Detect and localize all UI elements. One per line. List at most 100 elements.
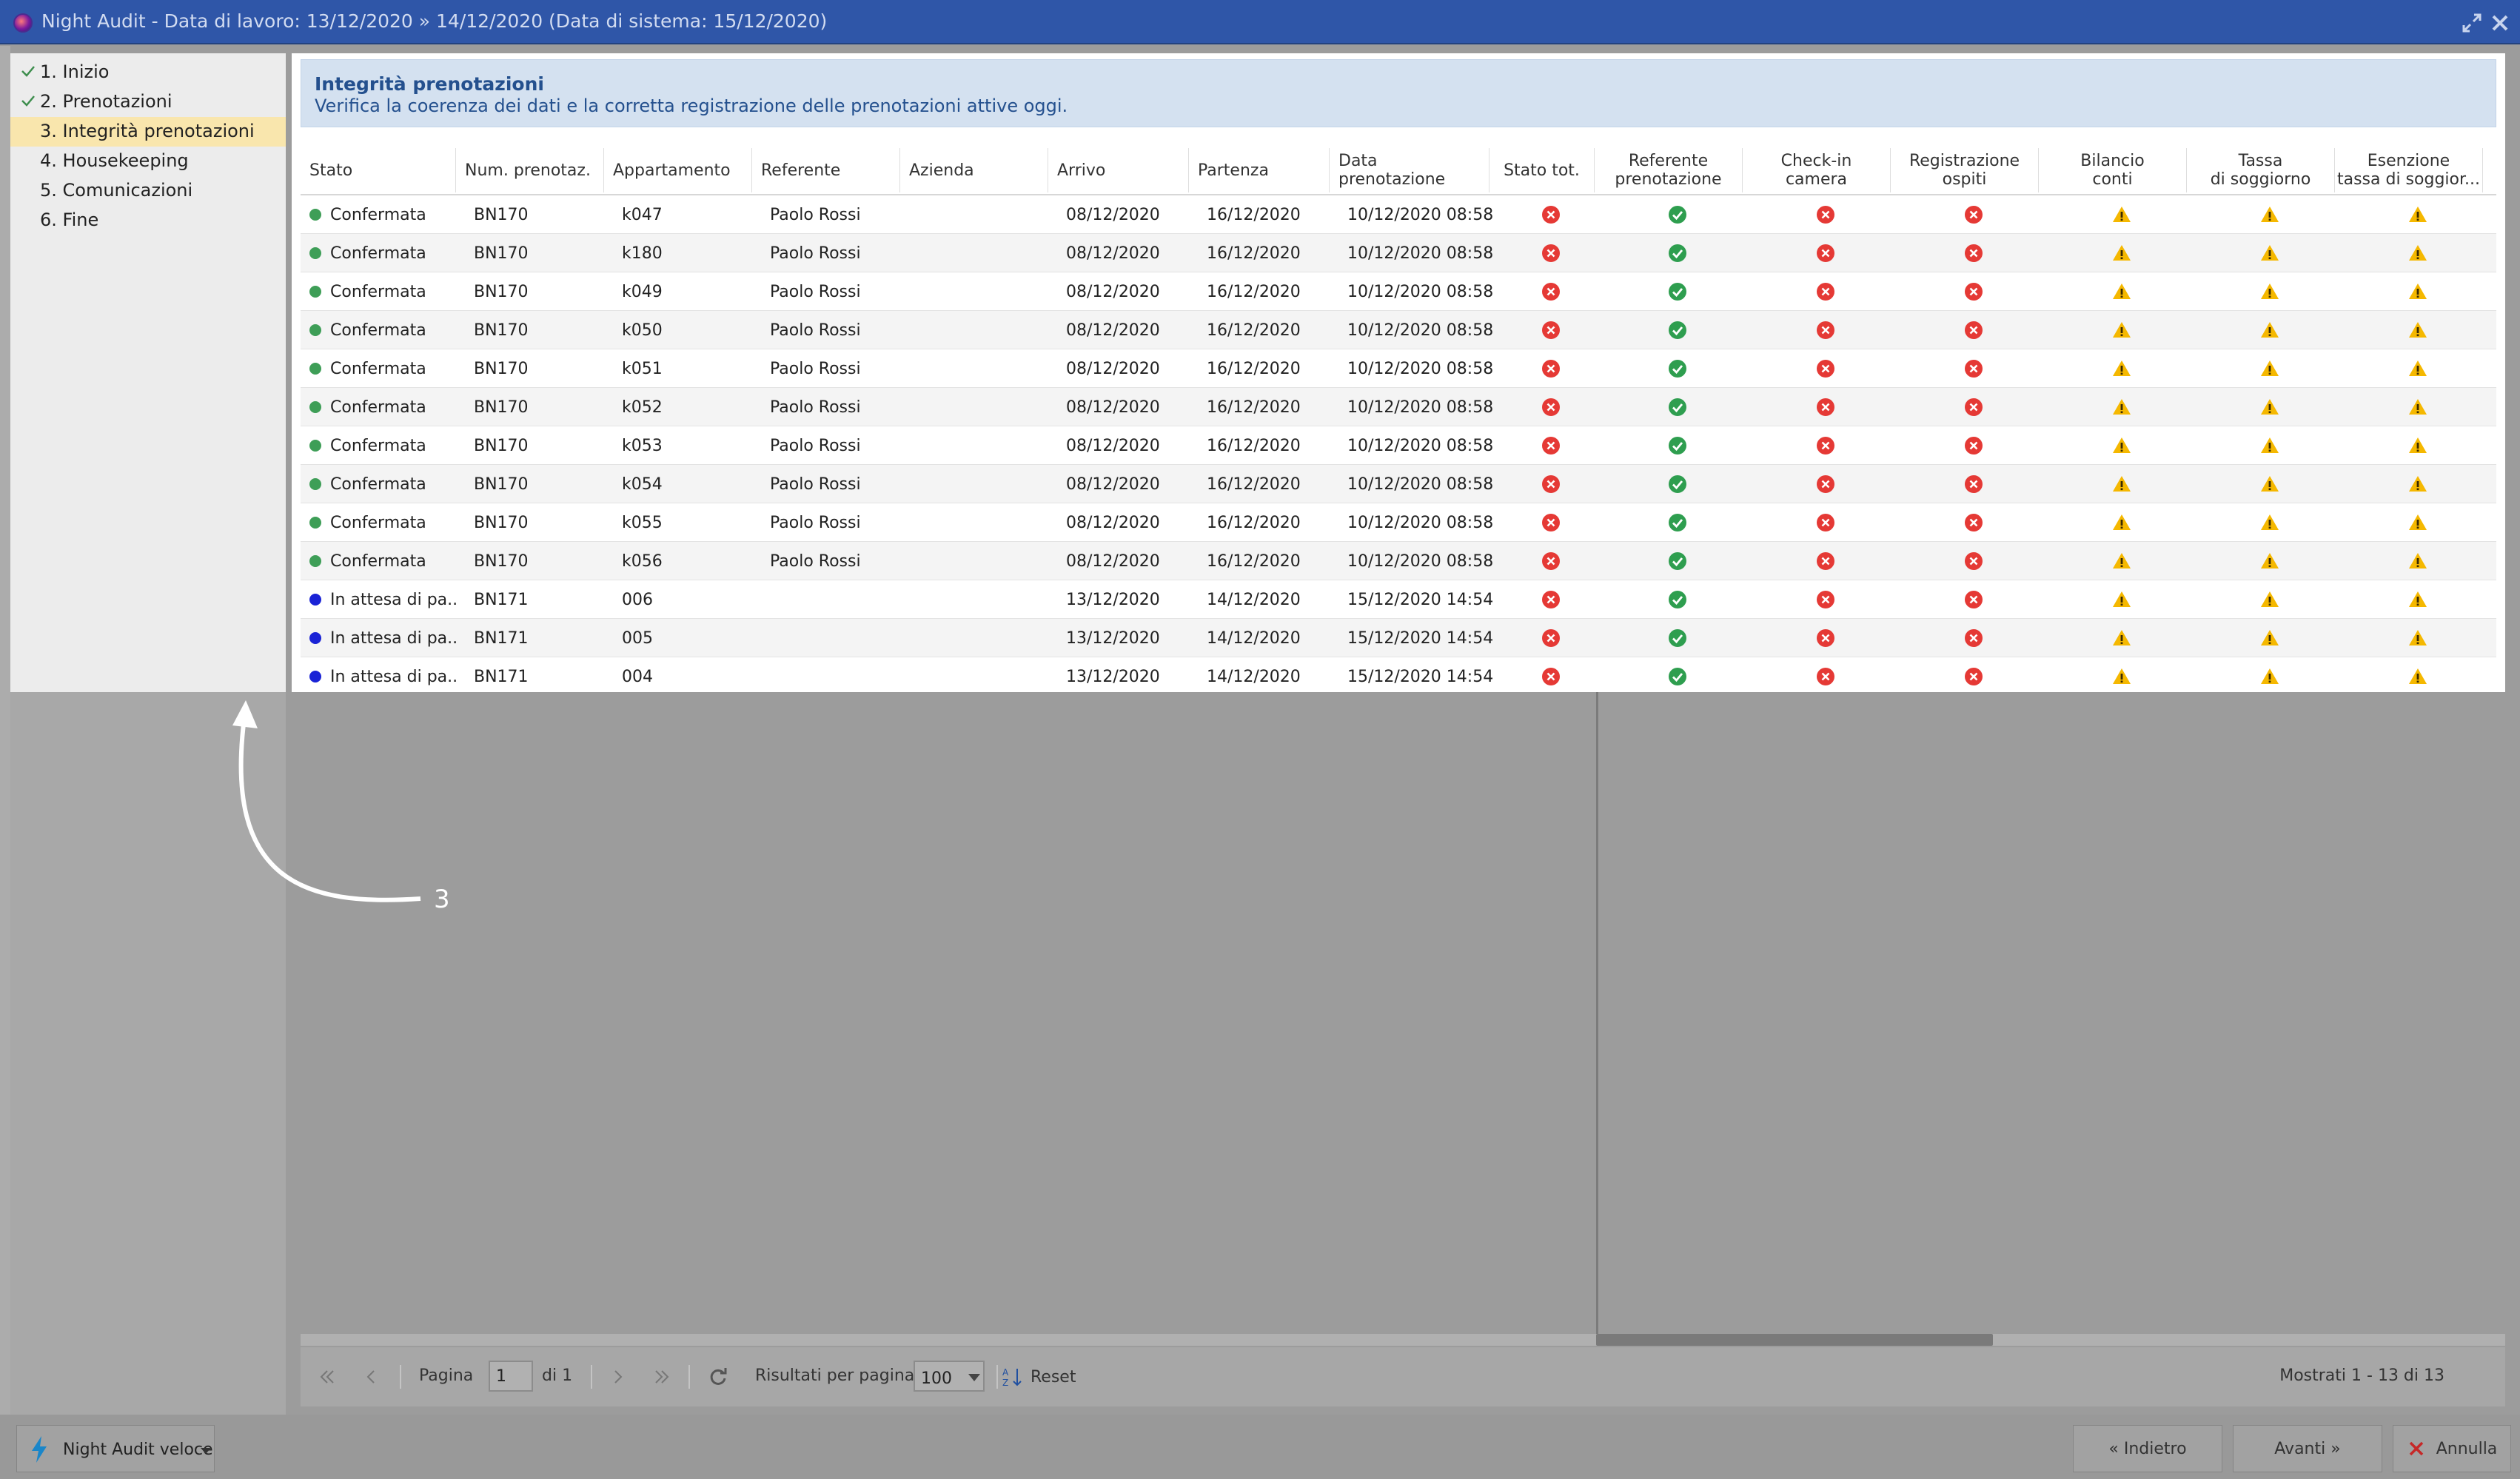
col-header-azienda[interactable]: Azienda	[900, 148, 1048, 192]
warning-icon	[2196, 542, 2344, 580]
error-circle-icon	[1900, 465, 2048, 503]
col-header-arrivo[interactable]: Arrivo	[1048, 148, 1189, 192]
horizontal-scrollbar[interactable]	[301, 1334, 2505, 1346]
quick-audit-label: Night Audit veloce	[63, 1441, 213, 1459]
cell-data-prenotazione: 15/12/2020 14:54	[1347, 667, 1492, 686]
warning-icon	[2048, 349, 2196, 388]
table-row[interactable]: Confermata BN170 k053 Paolo Rossi 08/12/2020…	[301, 426, 2496, 465]
cell-appartamento: k055	[622, 513, 663, 532]
cell-stato: Confermata	[309, 234, 456, 272]
table-row[interactable]: Confermata BN170 k052 Paolo Rossi 08/12/2020…	[301, 388, 2496, 426]
check-circle-icon	[1604, 619, 1752, 657]
col-header-referente-prenotazione[interactable]: Referente prenotazione	[1595, 148, 1743, 192]
back-button[interactable]: « Indietro	[2073, 1425, 2222, 1472]
cell-azienda	[918, 234, 1051, 272]
table-row[interactable]: In attesa di pa... BN171 005 13/12/2020 14/1…	[301, 619, 2496, 657]
status-label: Confermata	[330, 282, 426, 301]
col-header-bilancio-conti[interactable]: Bilancio conti	[2039, 148, 2187, 192]
col-header-appartamento[interactable]: Appartamento	[604, 148, 752, 192]
error-circle-icon	[1900, 503, 2048, 542]
callout-arrow	[232, 700, 421, 902]
table-row[interactable]: Confermata BN170 k051 Paolo Rossi 08/12/2020…	[301, 349, 2496, 388]
refresh-button[interactable]	[702, 1361, 734, 1393]
night-audit-veloce-button[interactable]: Night Audit veloce	[16, 1425, 215, 1472]
cell-stato: Confermata	[309, 503, 456, 542]
step-fine[interactable]: 6. Fine	[10, 206, 286, 235]
status-dot-icon	[309, 247, 321, 259]
check-icon	[21, 66, 35, 77]
status-label: Confermata	[330, 359, 426, 378]
step-prenotazioni[interactable]: 2. Prenotazioni	[10, 87, 286, 117]
cell-partenza: 16/12/2020	[1207, 513, 1301, 532]
close-icon[interactable]	[2487, 10, 2513, 36]
last-page-button[interactable]	[646, 1361, 678, 1393]
table-row[interactable]: Confermata BN170 k049 Paolo Rossi 08/12/2020…	[301, 272, 2496, 311]
status-dot-icon	[309, 209, 321, 221]
step-integrita-prenotazioni[interactable]: 3. Integrità prenotazioni	[10, 117, 286, 147]
window-titlebar: Night Audit - Data di lavoro: 13/12/2020…	[0, 0, 2520, 44]
cell-num-prenotazione: BN171	[474, 590, 529, 609]
warning-icon	[2048, 542, 2196, 580]
col-header-checkin-camera[interactable]: Check-in camera	[1743, 148, 1891, 192]
check-icon	[21, 95, 35, 107]
col-header-stato-tot[interactable]: Stato tot.	[1489, 148, 1595, 192]
first-page-button[interactable]	[311, 1361, 344, 1393]
cell-referente: Paolo Rossi	[770, 282, 861, 301]
prev-page-button[interactable]	[355, 1361, 388, 1393]
maximize-icon[interactable]	[2459, 10, 2484, 36]
table-row[interactable]: Confermata BN170 k047 Paolo Rossi 08/12/2020…	[301, 195, 2496, 234]
col-header-esenzione-tassa[interactable]: Esenzione tassa di soggior...	[2335, 148, 2483, 192]
reset-sort-button[interactable]: AZ Reset	[1002, 1361, 1099, 1393]
step-inizio[interactable]: 1. Inizio	[10, 58, 286, 87]
column-divider	[1596, 692, 1598, 1344]
error-circle-icon	[1498, 619, 1604, 657]
cell-stato: Confermata	[309, 426, 456, 465]
cell-appartamento: k054	[622, 474, 663, 494]
table-row[interactable]: In attesa di pa... BN171 006 13/12/2020 14/1…	[301, 580, 2496, 619]
col-header-partenza[interactable]: Partenza	[1189, 148, 1330, 192]
cell-data-prenotazione: 10/12/2020 08:58	[1347, 436, 1492, 455]
warning-icon	[2344, 349, 2492, 388]
error-circle-icon	[1498, 311, 1604, 349]
cell-stato: Confermata	[309, 349, 456, 388]
col-header-referente[interactable]: Referente	[752, 148, 900, 192]
check-circle-icon	[1604, 234, 1752, 272]
cell-num-prenotazione: BN170	[474, 436, 529, 455]
cell-referente: Paolo Rossi	[770, 244, 861, 263]
col-header-tassa-soggiorno[interactable]: Tassa di soggiorno	[2187, 148, 2335, 192]
warning-icon	[2196, 349, 2344, 388]
cell-num-prenotazione: BN171	[474, 628, 529, 648]
cell-data-prenotazione: 10/12/2020 08:58	[1347, 513, 1492, 532]
error-circle-icon	[1498, 503, 1604, 542]
table-row[interactable]: Confermata BN170 k056 Paolo Rossi 08/12/2020…	[301, 542, 2496, 580]
scrollbar-thumb[interactable]	[1596, 1334, 1993, 1346]
table-row[interactable]: Confermata BN170 k050 Paolo Rossi 08/12/2020…	[301, 311, 2496, 349]
lightning-icon	[32, 1436, 47, 1463]
page-number-input[interactable]	[489, 1361, 533, 1392]
double-chevron-right-icon	[655, 1370, 669, 1384]
cell-azienda	[918, 503, 1051, 542]
per-page-select[interactable]: 100	[914, 1361, 985, 1392]
warning-icon	[2344, 195, 2492, 234]
col-header-data-prenotazione[interactable]: Data prenotazione	[1330, 148, 1489, 192]
cell-referente: Paolo Rossi	[770, 474, 861, 494]
next-page-button[interactable]	[601, 1361, 634, 1393]
warning-icon	[2196, 311, 2344, 349]
cell-arrivo: 08/12/2020	[1066, 282, 1160, 301]
table-row[interactable]: Confermata BN170 k054 Paolo Rossi 08/12/2020…	[301, 465, 2496, 503]
table-row[interactable]: In attesa di pa... BN171 004 13/12/2020 14/1…	[301, 657, 2496, 692]
next-button[interactable]: Avanti »	[2233, 1425, 2382, 1472]
step-comunicazioni[interactable]: 5. Comunicazioni	[10, 176, 286, 206]
table-row[interactable]: Confermata BN170 k055 Paolo Rossi 08/12/2020…	[301, 503, 2496, 542]
window-title: Night Audit - Data di lavoro: 13/12/2020…	[41, 10, 828, 32]
step-housekeeping[interactable]: 4. Housekeeping	[10, 147, 286, 176]
col-header-stato[interactable]: Stato	[301, 148, 456, 192]
table-row[interactable]: Confermata BN170 k180 Paolo Rossi 08/12/2020…	[301, 234, 2496, 272]
col-header-registrazione-ospiti[interactable]: Registrazione ospiti	[1891, 148, 2039, 192]
cell-num-prenotazione: BN171	[474, 667, 529, 686]
warning-icon	[2196, 388, 2344, 426]
col-header-num-prenotazione[interactable]: Num. prenotaz.	[456, 148, 604, 192]
cell-arrivo: 08/12/2020	[1066, 244, 1160, 263]
cancel-button[interactable]: Annulla	[2393, 1425, 2511, 1472]
cell-data-prenotazione: 10/12/2020 08:58	[1347, 205, 1492, 224]
